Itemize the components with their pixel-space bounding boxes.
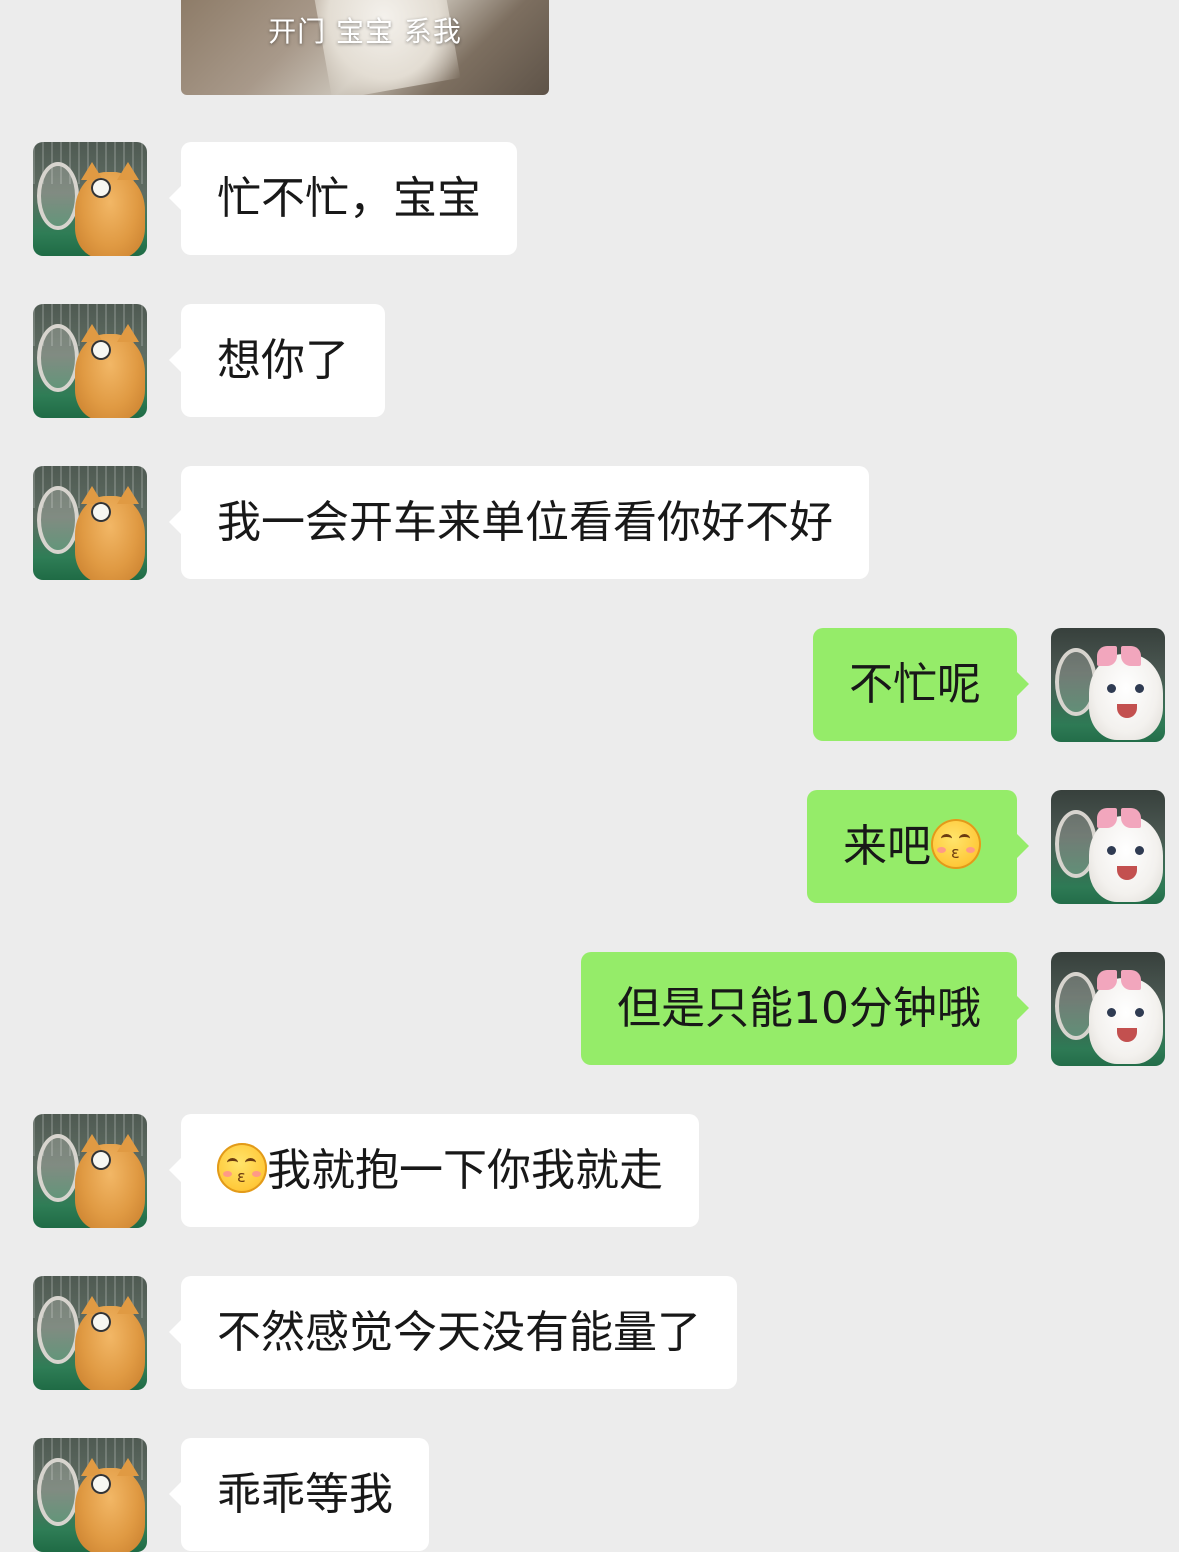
cat-eye (1107, 1008, 1116, 1017)
message-text: 我一会开车来单位看看你好不好 (217, 497, 833, 548)
pink-bow-image (1097, 808, 1141, 830)
cat-eye (1107, 684, 1116, 693)
shuttlecock-image (91, 1312, 111, 1332)
pink-bow-image (1097, 646, 1141, 668)
message-text: 不然感觉今天没有能量了 (217, 1307, 701, 1358)
cat-eye (1107, 846, 1116, 855)
avatar-racket (37, 162, 79, 230)
message-text: 不忙呢 (849, 659, 981, 710)
contact-avatar[interactable] (33, 1276, 147, 1390)
shuttlecock-image (91, 1474, 111, 1494)
message-text: 来吧 (843, 821, 931, 872)
avatar-racket (37, 486, 79, 554)
message-bubble-incoming[interactable]: 乖乖等我 (169, 1438, 429, 1551)
message-bubble-incoming[interactable]: 不然感觉今天没有能量了 (169, 1276, 737, 1389)
avatar-racket (37, 324, 79, 392)
message-bubble-outgoing[interactable]: 来吧 ε (807, 790, 1029, 903)
contact-avatar[interactable] (33, 1438, 147, 1552)
cat-mouth (1117, 1028, 1137, 1042)
shuttlecock-image (91, 1150, 111, 1170)
message-bubble-incoming[interactable]: 忙不忙，宝宝 (169, 142, 517, 255)
cat-mouth (1117, 866, 1137, 880)
message-bubble-incoming[interactable]: 想你了 (169, 304, 385, 417)
avatar-racket (37, 1134, 79, 1202)
shuttlecock-image (91, 178, 111, 198)
message-text: 想你了 (217, 335, 349, 386)
image-caption: 开门 宝宝 系我 (268, 15, 462, 48)
avatar-racket (37, 1458, 79, 1526)
pink-bow-image (1097, 970, 1141, 992)
contact-avatar[interactable] (33, 304, 147, 418)
shuttlecock-image (91, 340, 111, 360)
cat-eye (1135, 684, 1144, 693)
shuttlecock-image (91, 502, 111, 522)
contact-avatar[interactable] (33, 466, 147, 580)
kissing-smiling-eyes-emoji: ε (217, 1143, 267, 1193)
message-text: 我就抱一下你我就走 (267, 1145, 663, 1196)
cat-eye (1135, 1008, 1144, 1017)
avatar-racket (37, 1296, 79, 1364)
message-text: 乖乖等我 (217, 1469, 393, 1520)
message-text: 但是只能10分钟哦 (617, 983, 981, 1034)
cat-eye (1135, 846, 1144, 855)
self-avatar[interactable] (1051, 952, 1165, 1066)
message-bubble-outgoing[interactable]: 但是只能10分钟哦 (581, 952, 1029, 1065)
self-avatar[interactable] (1051, 790, 1165, 904)
kissing-smiling-eyes-emoji: ε (931, 819, 981, 869)
self-avatar[interactable] (1051, 628, 1165, 742)
cat-mouth (1117, 704, 1137, 718)
message-bubble-incoming[interactable]: 我一会开车来单位看看你好不好 (169, 466, 869, 579)
image-message[interactable]: 开门 宝宝 系我 (181, 0, 549, 95)
message-text: 忙不忙，宝宝 (217, 173, 481, 224)
contact-avatar[interactable] (33, 1114, 147, 1228)
contact-avatar[interactable] (33, 142, 147, 256)
message-bubble-outgoing[interactable]: 不忙呢 (813, 628, 1029, 741)
message-bubble-incoming[interactable]: ε 我就抱一下你我就走 (169, 1114, 699, 1227)
